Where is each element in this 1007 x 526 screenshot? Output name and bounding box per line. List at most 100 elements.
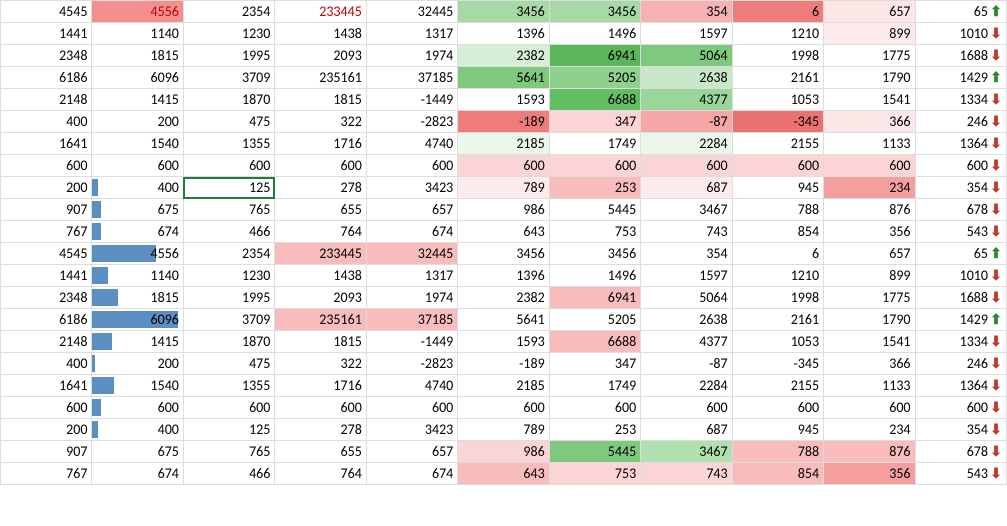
cell[interactable]: 1716	[275, 133, 366, 155]
cell[interactable]: 1230	[183, 23, 274, 45]
cell[interactable]: 5641	[458, 67, 549, 89]
cell[interactable]: 2638	[641, 67, 732, 89]
cell[interactable]: 1540	[92, 375, 183, 397]
cell[interactable]: 764	[275, 221, 366, 243]
cell[interactable]: 278	[275, 419, 366, 441]
cell[interactable]: 600	[366, 155, 457, 177]
cell[interactable]: 687	[641, 177, 732, 199]
cell[interactable]: 2638	[641, 309, 732, 331]
cell[interactable]: 6186	[1, 309, 92, 331]
cell[interactable]: 2185	[458, 375, 549, 397]
cell[interactable]: 600	[366, 397, 457, 419]
cell[interactable]: 788	[732, 199, 823, 221]
cell[interactable]: 687	[641, 419, 732, 441]
cell[interactable]: 1210	[732, 265, 823, 287]
cell[interactable]: 1688⬇	[915, 287, 1006, 309]
cell[interactable]: 600	[458, 155, 549, 177]
cell[interactable]: 1496	[549, 23, 640, 45]
cell[interactable]: 4556	[92, 243, 183, 265]
cell[interactable]: 347	[549, 111, 640, 133]
cell[interactable]: 1815	[92, 45, 183, 67]
cell[interactable]: 3467	[641, 199, 732, 221]
cell[interactable]: 1210	[732, 23, 823, 45]
cell[interactable]: 1317	[366, 265, 457, 287]
cell[interactable]: 1334⬇	[915, 89, 1006, 111]
cell[interactable]: 322	[275, 111, 366, 133]
cell[interactable]: 4740	[366, 133, 457, 155]
cell[interactable]: 4545	[1, 243, 92, 265]
cell[interactable]: 1140	[92, 265, 183, 287]
cell[interactable]: 986	[458, 441, 549, 463]
cell[interactable]: 1998	[732, 287, 823, 309]
cell[interactable]: 543⬇	[915, 463, 1006, 485]
cell[interactable]: 1441	[1, 23, 92, 45]
cell[interactable]: 1870	[183, 331, 274, 353]
cell[interactable]: 200	[92, 353, 183, 375]
cell[interactable]: 899	[824, 265, 915, 287]
cell[interactable]: 200	[92, 111, 183, 133]
cell[interactable]: 5205	[549, 67, 640, 89]
cell[interactable]: 945	[732, 177, 823, 199]
cell[interactable]: 125	[183, 177, 274, 199]
cell[interactable]: 1317	[366, 23, 457, 45]
cell[interactable]: 1334⬇	[915, 331, 1006, 353]
cell[interactable]: 6941	[549, 287, 640, 309]
cell[interactable]: 37185	[366, 309, 457, 331]
cell[interactable]: 4556	[92, 1, 183, 23]
cell[interactable]: -87	[641, 111, 732, 133]
cell[interactable]: 600	[183, 155, 274, 177]
cell[interactable]: 1133	[824, 133, 915, 155]
cell[interactable]: 1815	[275, 89, 366, 111]
cell[interactable]: 543⬇	[915, 221, 1006, 243]
cell[interactable]: 1593	[458, 331, 549, 353]
cell[interactable]: 2148	[1, 89, 92, 111]
cell[interactable]: 1974	[366, 45, 457, 67]
cell[interactable]: 743	[641, 463, 732, 485]
cell[interactable]: 1995	[183, 45, 274, 67]
cell[interactable]: 1496	[549, 265, 640, 287]
cell[interactable]: 356	[824, 463, 915, 485]
cell[interactable]: 854	[732, 221, 823, 243]
cell[interactable]: 674	[366, 221, 457, 243]
cell[interactable]: 1133	[824, 375, 915, 397]
cell[interactable]: 2155	[732, 133, 823, 155]
cell[interactable]: 657	[824, 243, 915, 265]
cell[interactable]: 4545	[1, 1, 92, 23]
cell[interactable]: 655	[275, 441, 366, 463]
cell[interactable]: 675	[92, 441, 183, 463]
cell[interactable]: 600	[824, 155, 915, 177]
cell[interactable]: 253	[549, 177, 640, 199]
cell[interactable]: 1415	[92, 89, 183, 111]
cell[interactable]: 235161	[275, 67, 366, 89]
cell[interactable]: 1140	[92, 23, 183, 45]
cell[interactable]: 6688	[549, 331, 640, 353]
cell[interactable]: 767	[1, 463, 92, 485]
cell[interactable]: 1010⬇	[915, 23, 1006, 45]
cell[interactable]: 32445	[366, 243, 457, 265]
cell[interactable]: -2823	[366, 353, 457, 375]
cell[interactable]: 600	[549, 397, 640, 419]
cell[interactable]: 600⬇	[915, 397, 1006, 419]
cell[interactable]: -1449	[366, 331, 457, 353]
cell[interactable]: 3456	[549, 1, 640, 23]
cell[interactable]: 1998	[732, 45, 823, 67]
cell[interactable]: 1415	[92, 331, 183, 353]
cell[interactable]: -345	[732, 111, 823, 133]
cell[interactable]: 643	[458, 221, 549, 243]
cell[interactable]: 2155	[732, 375, 823, 397]
cell[interactable]: 1438	[275, 23, 366, 45]
cell[interactable]: 65⬆	[915, 1, 1006, 23]
cell[interactable]: 600⬇	[915, 155, 1006, 177]
cell[interactable]: 678⬇	[915, 441, 1006, 463]
cell[interactable]: 674	[92, 463, 183, 485]
cell[interactable]: 3709	[183, 309, 274, 331]
cell[interactable]: 1790	[824, 309, 915, 331]
cell[interactable]: 235161	[275, 309, 366, 331]
cell[interactable]: 600	[183, 397, 274, 419]
cell[interactable]: 475	[183, 353, 274, 375]
cell[interactable]: 1364⬇	[915, 133, 1006, 155]
cell[interactable]: 366	[824, 353, 915, 375]
cell[interactable]: 600	[92, 397, 183, 419]
cell[interactable]: 233445	[275, 243, 366, 265]
cell[interactable]: 354⬇	[915, 177, 1006, 199]
